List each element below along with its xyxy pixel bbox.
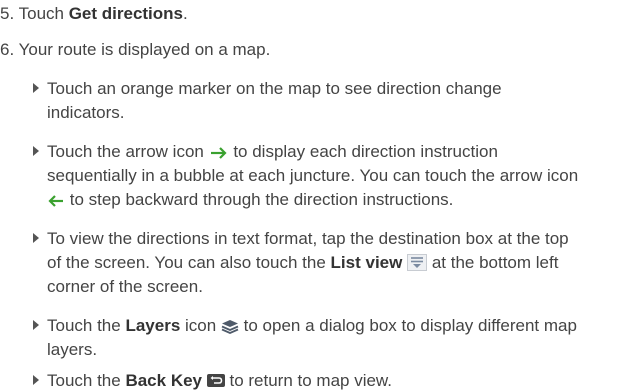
step-text: Touch	[18, 4, 69, 23]
bullet-text-format-line-3: corner of the screen.	[47, 276, 203, 297]
bullet-layers-line-2: layers.	[47, 339, 97, 360]
list-view-label: List view	[330, 253, 403, 272]
bullet-text: corner of the screen.	[47, 277, 203, 296]
bullet-text-format-line-1: To view the directions in text format, t…	[33, 228, 569, 249]
bullet-text: icon	[180, 316, 221, 335]
bullet-orange-marker-line-1: Touch an orange marker on the map to see…	[33, 78, 502, 99]
bullet-text: to return to map view.	[224, 371, 392, 390]
bullet-arrow-icon-line-2: sequentially in a bubble at each junctur…	[47, 165, 578, 186]
bullet-text: layers.	[47, 340, 98, 359]
bullet-text: Touch the	[47, 316, 126, 335]
get-directions-label: Get directions	[68, 4, 184, 23]
bullet-arrow-icon	[33, 320, 39, 330]
bullet-arrow-icon-line-3: to step backward through the direction i…	[47, 189, 453, 213]
bullet-orange-marker-line-2: indicators.	[47, 102, 124, 123]
list-view-icon	[407, 254, 428, 276]
step-number: 6.	[0, 40, 15, 59]
back-key-label: Back Key	[125, 371, 203, 390]
bullet-text: at the bottom left	[427, 253, 559, 272]
bullet-text: Touch the	[47, 371, 126, 390]
bullet-text: Touch an orange marker on the map to see…	[47, 79, 502, 98]
layers-label: Layers	[125, 316, 181, 335]
bullet-arrow-icon	[33, 83, 39, 93]
bullet-text: to open a dialog box to display differen…	[238, 316, 577, 335]
bullet-text: sequentially in a bubble at each junctur…	[47, 166, 579, 185]
bullet-arrow-icon	[33, 375, 39, 385]
arrow-left-icon	[47, 192, 65, 213]
arrow-right-icon	[209, 144, 229, 165]
step-text: .	[183, 4, 188, 23]
bullet-layers-line-1: Touch the Layers icon to open a dialog b…	[33, 315, 577, 339]
step-5: 5. Touch Get directions.	[0, 3, 188, 24]
bullet-text-format-line-2: of the screen. You can also touch the Li…	[47, 252, 558, 276]
step-number: 5.	[0, 4, 15, 23]
bullet-back-key-line-1: Touch the Back Key to return to map view…	[33, 370, 392, 391]
bullet-arrow-icon	[33, 146, 39, 156]
bullet-text: Touch the arrow icon	[47, 142, 209, 161]
bullet-text: of the screen. You can also touch the	[47, 253, 331, 272]
step-text: Your route is displayed on a map.	[18, 40, 271, 59]
layers-icon	[221, 318, 239, 339]
back-key-icon	[206, 374, 225, 387]
bullet-arrow-icon	[33, 233, 39, 243]
bullet-text: To view the directions in text format, t…	[47, 229, 569, 248]
bullet-arrow-icon-line-1: Touch the arrow icon to display each dir…	[33, 141, 498, 165]
step-6: 6. Your route is displayed on a map.	[0, 39, 270, 60]
bullet-text: to display each direction instruction	[228, 142, 498, 161]
bullet-text: to step backward through the direction i…	[65, 190, 454, 209]
bullet-text: indicators.	[47, 103, 125, 122]
